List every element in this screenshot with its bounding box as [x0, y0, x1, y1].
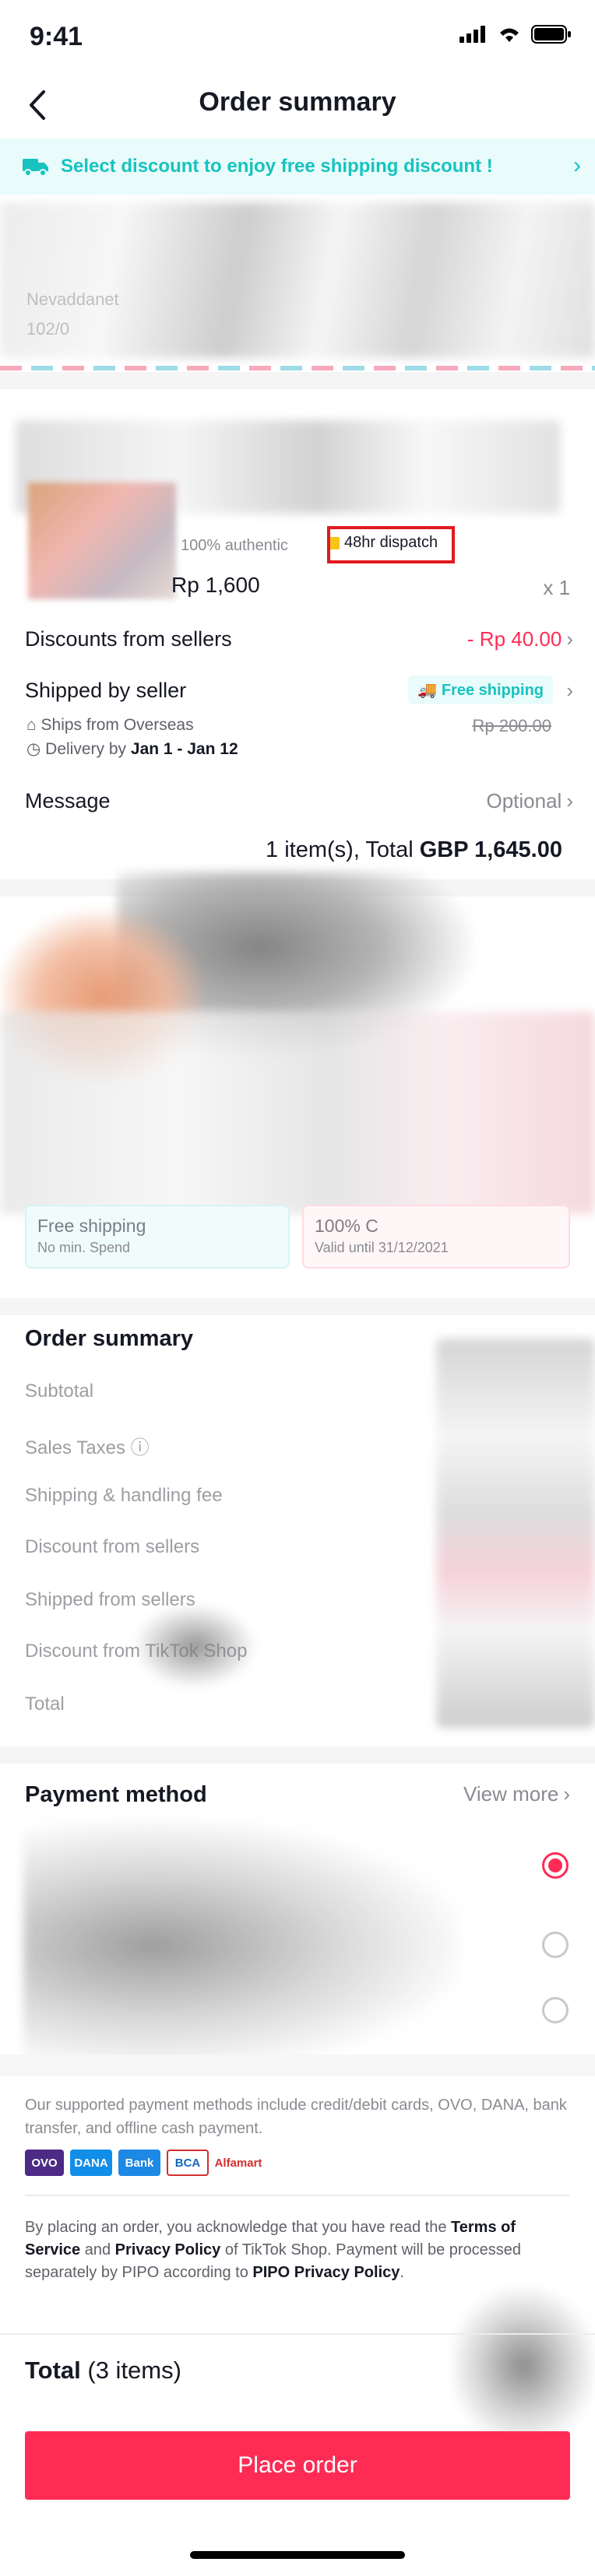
section-gap	[0, 372, 595, 389]
privacy-policy-link[interactable]: Privacy Policy	[115, 2241, 221, 2258]
summary-values-scribble	[436, 1339, 595, 1728]
discount-value: - Rp 40.00	[466, 627, 562, 651]
original-shipping-price: Rp 200.00	[472, 716, 551, 735]
ships-from-text: Ships from Overseas	[40, 716, 194, 734]
authentic-tag: 100% authentic	[181, 537, 288, 555]
signal-icon	[459, 26, 485, 43]
chevron-right-icon: ›	[566, 627, 573, 651]
message-placeholder: Optional	[486, 789, 562, 812]
delivery-row: ◷ Delivery by Jan 1 - Jan 12	[26, 739, 238, 759]
truck-icon: 🚚	[417, 682, 438, 699]
legal-text-4: .	[400, 2264, 404, 2281]
message-label: Message	[25, 789, 111, 812]
legal-text-1: By placing an order, you acknowledge tha…	[25, 2219, 452, 2236]
discounts-from-sellers-label: Discounts from sellers	[25, 627, 232, 651]
voucher-title: 100% C	[315, 1216, 378, 1236]
summary-scribble-bottom	[132, 1603, 257, 1689]
clock-icon: ◷	[26, 740, 41, 758]
truck-icon	[23, 159, 48, 177]
battery-icon	[531, 25, 571, 44]
view-more-link[interactable]: View more ›	[463, 1782, 570, 1806]
product-quantity: x 1	[543, 576, 570, 599]
address-name: Nevaddanet	[26, 290, 119, 309]
seller-items-total: 1 item(s), Total GBP 1,645.00	[266, 837, 562, 863]
summary-shipping: Shipping & handling fee	[25, 1485, 223, 1506]
status-time: 9:41	[30, 22, 83, 51]
delivery-prefix: Delivery by	[45, 740, 127, 758]
authentic-label: 100% authentic	[181, 537, 288, 554]
summary-discount-sellers: Discount from sellers	[25, 1536, 200, 1557]
chevron-right-icon: ›	[563, 1782, 570, 1806]
voucher-card-free-shipping[interactable]: Free shipping No min. Spend	[25, 1205, 290, 1269]
total-items: (3 items)	[87, 2357, 181, 2384]
voucher-subtitle: Valid until 31/12/2021	[315, 1240, 449, 1255]
product-price: Rp 1,600	[171, 573, 260, 597]
alfamart-logo: Alfamart	[215, 2150, 262, 2176]
home-indicator	[190, 2551, 405, 2559]
section-gap	[0, 1298, 595, 1315]
address-divider	[0, 366, 595, 370]
divider	[25, 2195, 570, 2196]
legal-text-2: and	[80, 2241, 115, 2258]
sales-taxes-label: Sales Taxes	[25, 1437, 125, 1458]
footer-scribble	[452, 2288, 595, 2444]
payment-option-3-radio[interactable]	[542, 1997, 569, 2023]
payment-method-title: Payment method	[25, 1782, 207, 1807]
address-scribble	[0, 202, 595, 358]
address-line: 102/0	[26, 319, 70, 339]
order-summary-title: Order summary	[25, 1326, 193, 1351]
chevron-right-icon: ›	[573, 153, 581, 178]
items-total-prefix: 1 item(s), Total	[266, 837, 414, 862]
section-gap	[0, 1746, 595, 1764]
footer-divider	[0, 2333, 595, 2335]
ships-from-row: ⌂ Ships from Overseas	[26, 716, 194, 735]
shipped-by-seller-label: Shipped by seller	[25, 679, 187, 702]
voucher-scribble-light	[0, 1012, 595, 1214]
free-shipping-promo-banner[interactable]: Select discount to enjoy free shipping d…	[0, 139, 595, 195]
summary-subtotal: Subtotal	[25, 1381, 94, 1402]
page-title: Order summary	[199, 87, 396, 117]
summary-sales-taxes: Sales Taxes ⓘ	[25, 1432, 150, 1459]
view-more-label: View more	[463, 1782, 559, 1806]
payment-option-2-radio[interactable]	[542, 1932, 569, 1958]
promo-text: Select discount to enjoy free shipping d…	[61, 156, 493, 177]
delivery-dates: Jan 1 - Jan 12	[130, 740, 238, 758]
total-label: Total	[25, 2357, 81, 2384]
section-gap	[0, 2055, 595, 2076]
free-shipping-text: Free shipping	[441, 682, 544, 699]
items-total-value: GBP 1,645.00	[419, 837, 562, 862]
payment-logos: OVO DANA Bank BCA Alfamart	[25, 2150, 262, 2176]
free-shipping-badge[interactable]: 🚚 Free shipping	[408, 676, 553, 704]
dana-logo: DANA	[70, 2150, 112, 2176]
voucher-card-percent[interactable]: 100% C Valid until 31/12/2021	[302, 1205, 570, 1269]
summary-total: Total	[25, 1693, 65, 1714]
chevron-right-icon: ›	[566, 789, 573, 812]
ovo-logo: OVO	[25, 2150, 64, 2176]
discounts-from-sellers-row[interactable]: - Rp 40.00 ›	[467, 627, 573, 651]
bottom-total: Total (3 items)	[25, 2357, 181, 2385]
bank-transfer-logo: Bank	[118, 2150, 160, 2176]
info-icon[interactable]: ⓘ	[131, 1437, 150, 1458]
shop-icon: ⌂	[26, 716, 37, 734]
message-input[interactable]: Optional ›	[486, 789, 573, 813]
voucher-subtitle: No min. Spend	[37, 1240, 131, 1255]
wifi-icon	[500, 28, 519, 42]
legal-notice: By placing an order, you acknowledge tha…	[25, 2216, 570, 2284]
bca-logo: BCA	[167, 2150, 209, 2176]
product-image[interactable]	[28, 483, 176, 599]
payment-options-scribble	[23, 1821, 459, 2070]
status-icons	[459, 25, 572, 44]
pipo-privacy-link[interactable]: PIPO Privacy Policy	[252, 2264, 400, 2281]
payment-option-1-radio[interactable]	[542, 1852, 569, 1879]
chevron-right-icon[interactable]: ›	[566, 679, 573, 703]
payment-methods-note: Our supported payment methods include cr…	[25, 2097, 567, 2137]
place-order-button[interactable]: Place order	[25, 2431, 570, 2500]
voucher-title: Free shipping	[37, 1216, 146, 1236]
highlight-box	[327, 526, 455, 563]
